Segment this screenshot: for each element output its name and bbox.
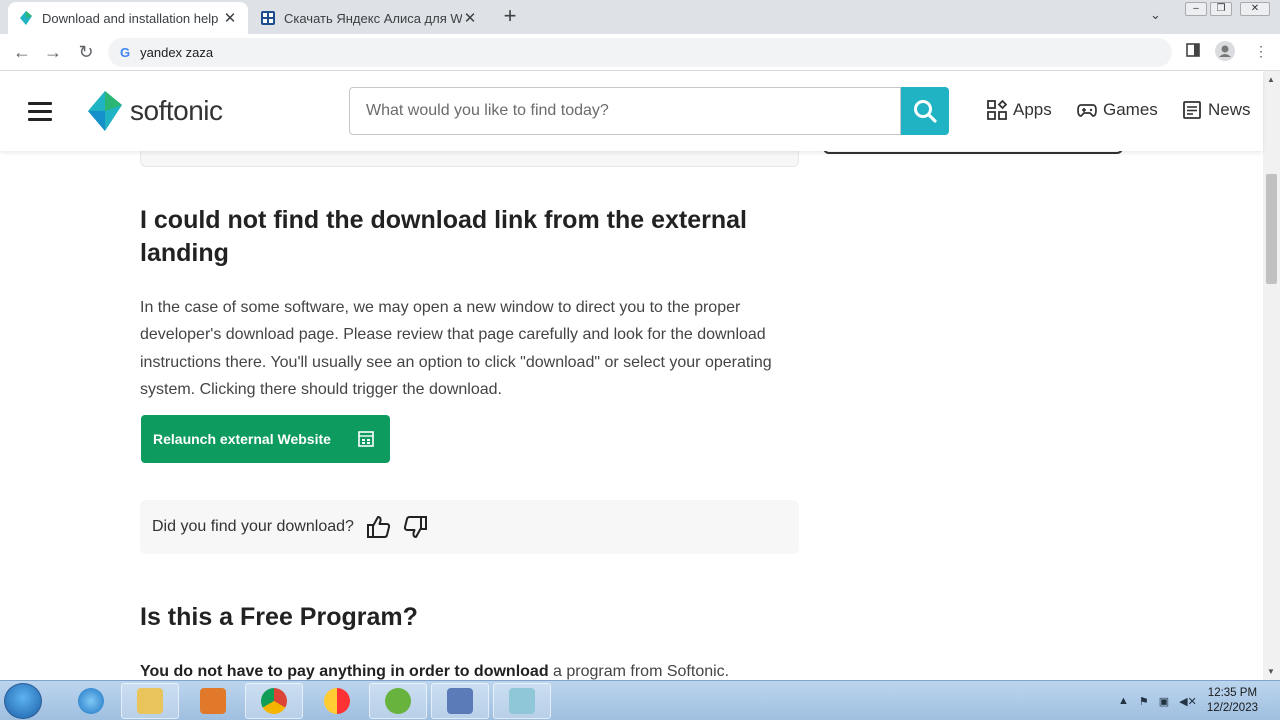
gamepad-icon [1077, 104, 1097, 117]
utorrent-icon[interactable] [369, 683, 427, 719]
google-icon: G [120, 45, 131, 60]
show-hidden-icons-icon[interactable]: ▲ [1118, 695, 1129, 707]
taskbar-clock[interactable]: 12:35 PM 12/2/2023 [1207, 686, 1258, 716]
feedback-question: Did you find your download? [152, 518, 354, 535]
action-center-flag-icon[interactable]: ⚑ [1139, 695, 1149, 708]
grid-favicon-icon [260, 10, 276, 26]
tab-yandex-alice[interactable]: Скачать Яндекс Алиса для Windows ✕ [250, 2, 488, 34]
nav-games-label: Games [1103, 100, 1158, 119]
address-bar[interactable]: G yandex zaza [108, 38, 1172, 67]
free-program-heading: Is this a Free Program? [140, 603, 418, 631]
softonic-logo-mark-icon [88, 91, 122, 131]
network-icon[interactable]: ▣ [1159, 695, 1169, 708]
media-player-icon[interactable] [184, 683, 242, 719]
nav-apps[interactable]: Apps [987, 100, 1052, 120]
scroll-up-arrow-icon[interactable]: ▲ [1267, 75, 1275, 84]
free-program-paragraph: You do not have to pay anything in order… [140, 663, 800, 680]
page-scrollbar[interactable]: ▲ ▼ [1263, 71, 1280, 680]
sidebar-box [823, 151, 1123, 154]
notepad-icon[interactable] [493, 683, 551, 719]
address-text: yandex zaza [140, 45, 214, 60]
tab-title: Скачать Яндекс Алиса для Windows [284, 10, 462, 26]
system-tray: ▲ ⚑ ▣ ◀✕ 12:35 PM 12/2/2023 [1118, 681, 1280, 721]
ie-icon[interactable] [62, 683, 120, 719]
site-header: softonic What would you like to find tod… [0, 71, 1263, 151]
download-feedback: Did you find your download? [140, 500, 799, 554]
tab-download-help[interactable]: Download and installation help ✕ [8, 2, 248, 34]
logo-text: softonic [130, 95, 223, 126]
nav-news-label: News [1208, 100, 1251, 119]
profile-avatar-icon[interactable] [1215, 41, 1235, 64]
main-content: I could not find the download link from … [0, 151, 1263, 680]
restore-window-button[interactable]: ❐ [1210, 2, 1232, 16]
back-arrow-icon[interactable]: ← [10, 41, 34, 65]
search-icon [914, 100, 937, 123]
volume-muted-icon[interactable]: ◀✕ [1179, 695, 1197, 708]
previous-section-box [140, 151, 799, 167]
minimize-window-button[interactable]: – [1185, 2, 1207, 16]
new-tab-button[interactable]: + [498, 5, 522, 29]
chrome-icon[interactable] [245, 683, 303, 719]
windows-taskbar: ▲ ⚑ ▣ ◀✕ 12:35 PM 12/2/2023 [0, 680, 1280, 720]
news-icon [1183, 101, 1201, 119]
nav-games[interactable]: Games [1077, 100, 1158, 120]
thumbs-down-icon[interactable] [402, 514, 428, 540]
nav-news[interactable]: News [1182, 100, 1251, 120]
forward-arrow-icon[interactable]: → [41, 41, 65, 65]
search-button[interactable] [901, 87, 949, 135]
remote-desktop-icon[interactable] [431, 683, 489, 719]
section-heading: I could not find the download link from … [140, 206, 747, 267]
clock-time: 12:35 PM [1207, 687, 1258, 699]
free-program-bold: You do not have to pay anything in order… [140, 663, 549, 680]
start-button[interactable] [4, 683, 42, 719]
tab-title: Download and installation help [42, 10, 219, 26]
free-program-rest: a program from Softonic. [548, 663, 730, 680]
nav-apps-label: Apps [1013, 100, 1052, 119]
relaunch-website-button[interactable]: Relaunch external Website [141, 415, 390, 463]
search-input[interactable]: What would you like to find today? [349, 87, 901, 135]
close-tab-icon[interactable]: ✕ [462, 9, 478, 27]
softonic-logo[interactable]: softonic [88, 91, 223, 131]
hamburger-menu-icon[interactable] [28, 102, 52, 121]
menu-kebab-icon[interactable]: ⋮ [1254, 43, 1268, 60]
relaunch-label: Relaunch external Website [153, 431, 331, 447]
close-tab-icon[interactable]: ✕ [222, 9, 238, 27]
external-window-icon [358, 431, 374, 447]
softonic-favicon-icon [18, 10, 34, 26]
explorer-folder-icon[interactable] [121, 683, 179, 719]
tab-search-chevron-icon[interactable]: ⌄ [1150, 7, 1161, 23]
section-paragraph: In the case of some software, we may ope… [140, 299, 772, 398]
browser-tabbar: Download and installation help ✕ Скачать… [0, 0, 1280, 34]
close-window-button[interactable]: ✕ [1240, 2, 1270, 16]
apps-grid-icon [987, 100, 1007, 120]
browser-toolbar: ← → ↻ G yandex zaza ⋮ [0, 34, 1280, 71]
reload-icon[interactable]: ↻ [74, 41, 98, 65]
scroll-thumb[interactable] [1266, 174, 1277, 284]
clock-date: 12/2/2023 [1206, 702, 1258, 714]
scroll-down-arrow-icon[interactable]: ▼ [1267, 667, 1275, 676]
yandex-browser-icon[interactable] [308, 683, 366, 719]
thumbs-up-icon[interactable] [366, 514, 392, 540]
side-panel-icon[interactable] [1186, 43, 1200, 60]
